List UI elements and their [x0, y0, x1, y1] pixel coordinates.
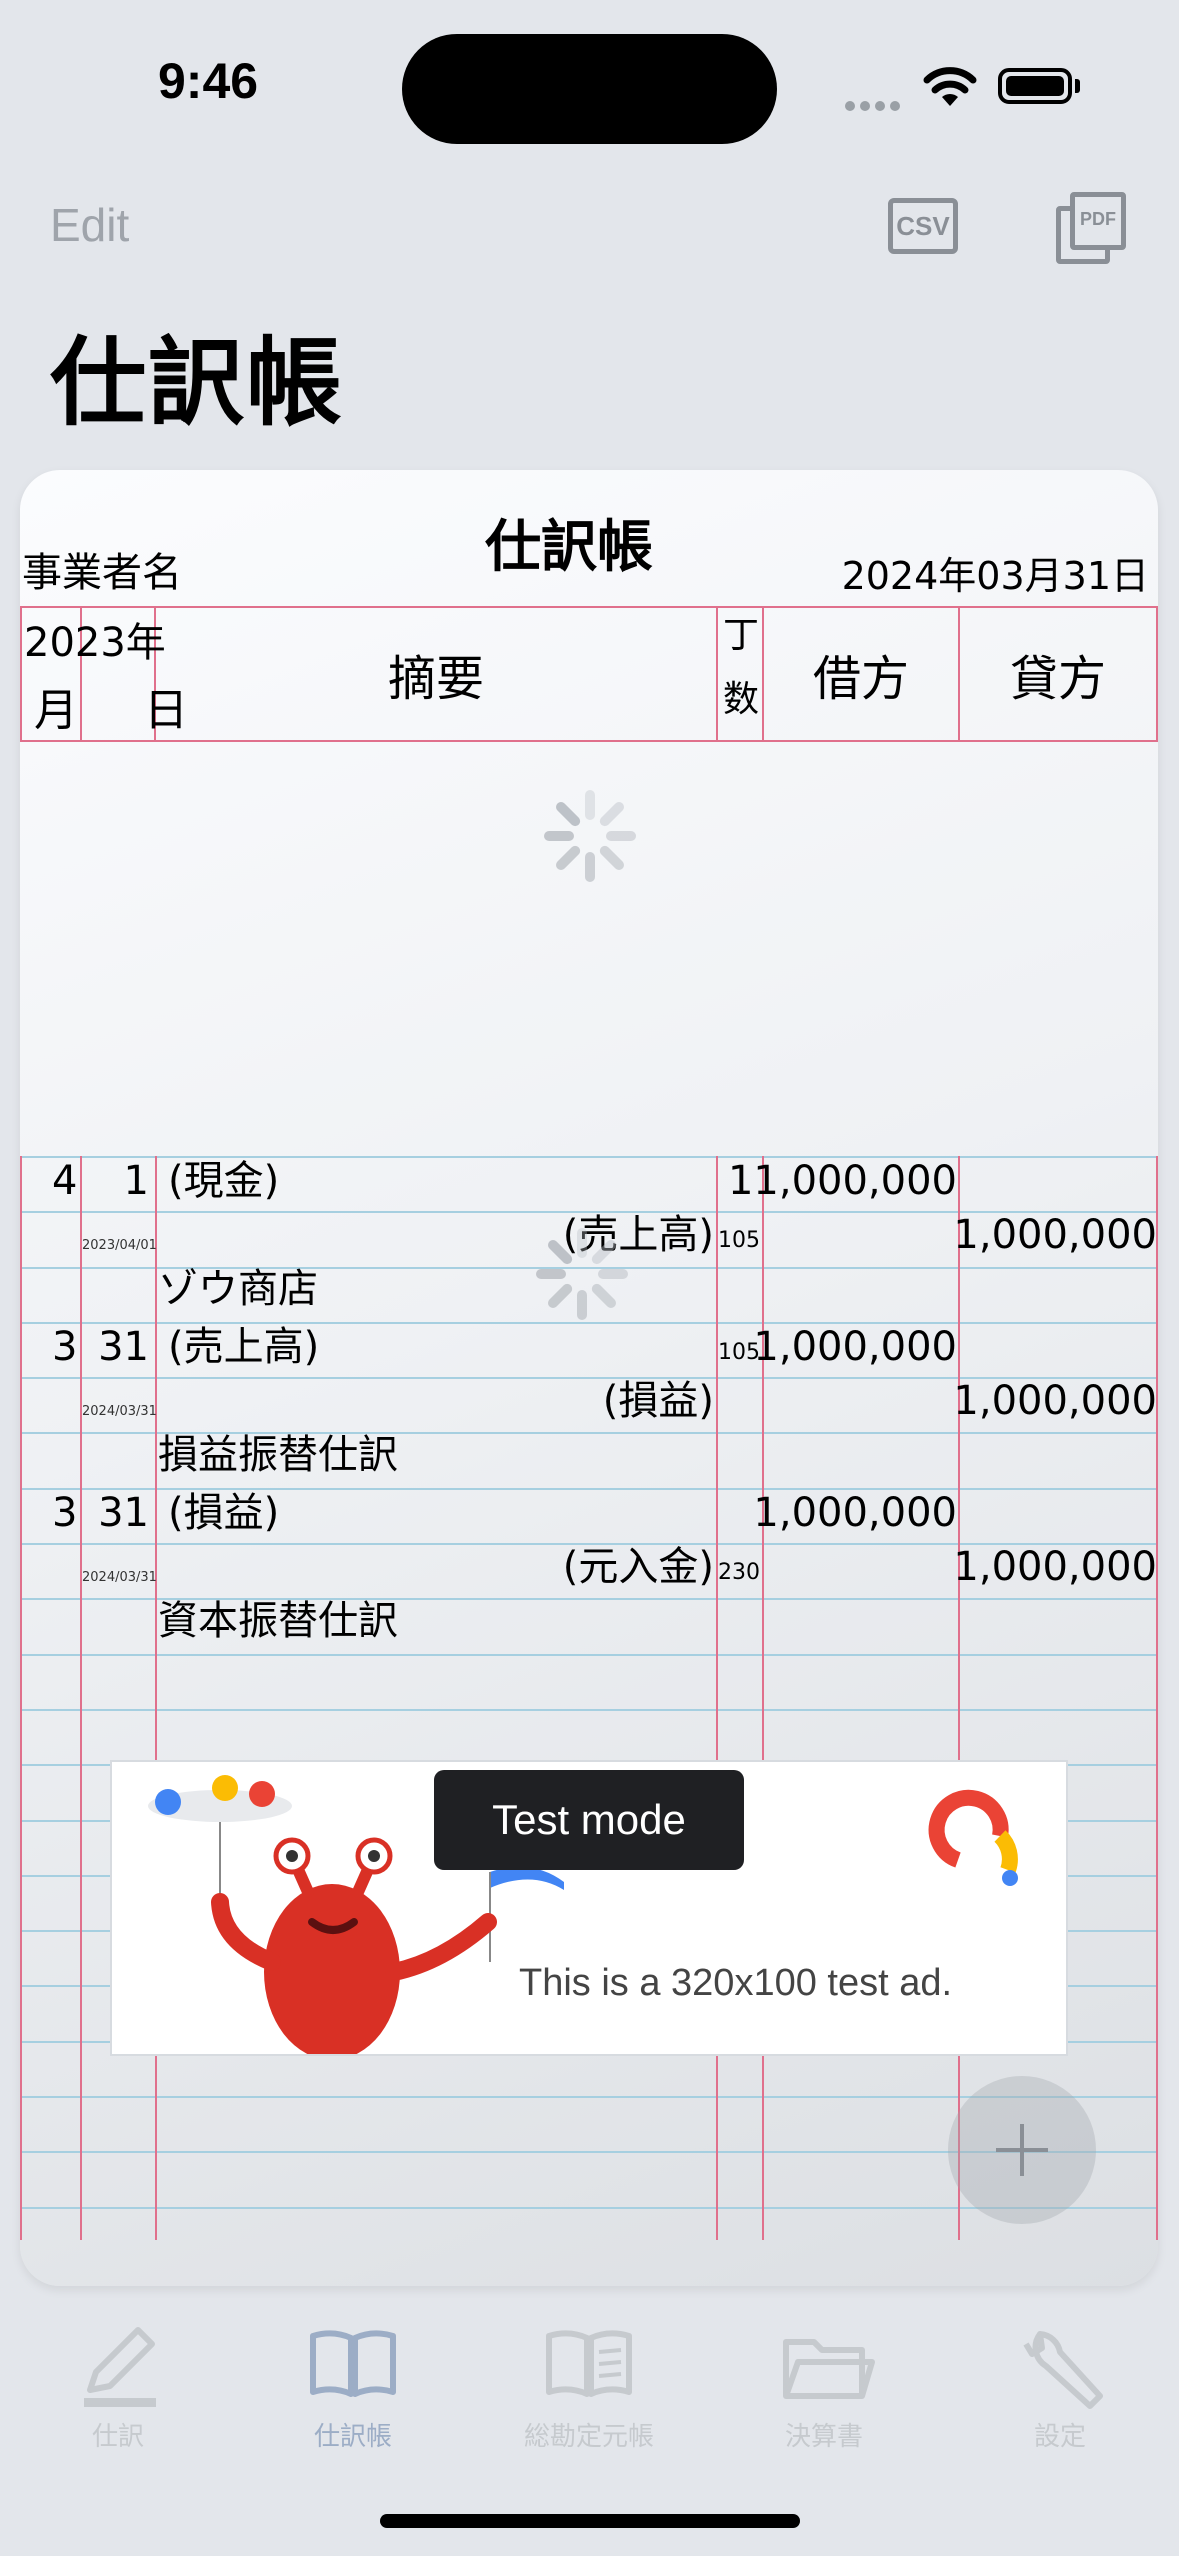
csv-icon: CSV [896, 211, 950, 241]
credit-account: (元入金) [562, 1544, 714, 1590]
pencil-icon [84, 2327, 156, 2407]
credit-amount: 1,000,000 [953, 1544, 1157, 1590]
header-year: 2023年 [24, 620, 166, 666]
tab-settings[interactable]: 設定 [960, 2320, 1160, 2452]
document-date: 2024年03月31日 [841, 554, 1149, 598]
debit-amount: 1,000,000 [753, 1324, 957, 1370]
header-debit: 借方 [764, 606, 960, 742]
loading-spinner-icon [544, 790, 636, 882]
debit-account: (現金) [168, 1158, 280, 1204]
tab-financial-statements[interactable]: 決算書 [724, 2320, 924, 2452]
wifi-icon [923, 67, 977, 106]
wrench-icon [1023, 2331, 1103, 2409]
entry-day: 31 [98, 1324, 149, 1370]
credit-ref: 105 [718, 1228, 760, 1253]
tab-label: 総勘定元帳 [523, 2422, 654, 2452]
entry-month: 3 [52, 1490, 78, 1536]
debit-amount: 1,000,000 [753, 1158, 957, 1204]
page-title: 仕訳帳 [50, 327, 344, 439]
tab-journal-entry[interactable]: 仕訳 [18, 2320, 218, 2452]
book-icon [310, 2330, 396, 2397]
entry-month: 4 [52, 1158, 78, 1204]
tab-label: 設定 [1033, 2422, 1086, 2452]
entry-date-small: 2024/03/31 [82, 1570, 157, 1585]
entry-date-small: 2024/03/31 [82, 1404, 157, 1419]
battery-icon [998, 68, 1072, 104]
tab-label: 決算書 [784, 2422, 863, 2452]
add-entry-button[interactable] [948, 2076, 1096, 2224]
ledger-book-icon [546, 2330, 632, 2397]
debit-amount: 1,000,000 [753, 1490, 957, 1536]
tab-general-ledger[interactable]: 総勘定元帳 [489, 2320, 689, 2452]
entry-day: 31 [98, 1490, 149, 1536]
pdf-export-button[interactable]: PDF [1056, 192, 1126, 264]
header-page-no: 丁数 [722, 615, 759, 720]
debit-account: (損益) [168, 1490, 280, 1536]
header-summary: 摘要 [156, 606, 718, 742]
credit-amount: 1,000,000 [953, 1378, 1157, 1424]
test-mode-badge: Test mode [434, 1770, 744, 1870]
debit-ref: 1 [728, 1158, 754, 1204]
home-indicator [380, 2514, 800, 2528]
edit-button[interactable]: Edit [50, 198, 129, 252]
credit-account: (損益) [602, 1378, 714, 1424]
entry-day: 1 [123, 1158, 149, 1204]
pdf-icon: PDF [1070, 192, 1126, 250]
csv-export-button[interactable]: CSV [888, 198, 958, 254]
tab-label: 仕訳帳 [313, 2422, 392, 2452]
credit-ref: 230 [718, 1560, 760, 1585]
status-time: 9:46 [158, 53, 259, 109]
tab-journal[interactable]: 仕訳帳 [253, 2320, 453, 2452]
entry-date-small: 2023/04/01 [82, 1238, 157, 1253]
header-credit: 貸方 [960, 606, 1158, 742]
dynamic-island [402, 34, 777, 144]
loading-spinner-icon [536, 1228, 628, 1320]
entry-memo: 損益振替仕訳 [158, 1432, 398, 1478]
tab-label: 仕訳 [91, 2422, 144, 2452]
ad-text: This is a 320x100 test ad. [519, 1962, 953, 2004]
credit-amount: 1,000,000 [953, 1212, 1157, 1258]
folder-icon [783, 2339, 875, 2399]
entry-memo: 資本振替仕訳 [158, 1598, 398, 1644]
business-name-label: 事業者名 [22, 550, 182, 596]
entry-memo: ゾウ商店 [158, 1266, 318, 1312]
debit-account: (売上高) [168, 1324, 320, 1370]
entry-month: 3 [52, 1324, 78, 1370]
cellular-signal-icon [845, 96, 905, 115]
